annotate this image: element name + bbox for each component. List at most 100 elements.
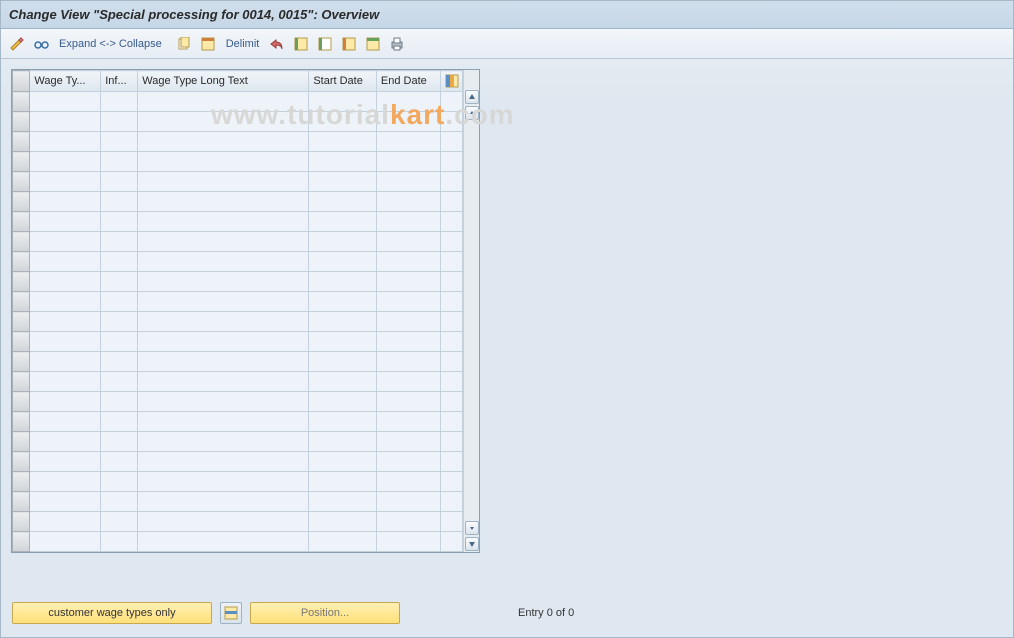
copy-icon[interactable] <box>174 34 194 54</box>
cell-start-date[interactable] <box>309 432 377 452</box>
table-row[interactable] <box>13 212 463 232</box>
table-row[interactable] <box>13 532 463 552</box>
row-selector[interactable] <box>13 472 30 492</box>
row-selector[interactable] <box>13 312 30 332</box>
col-end-date[interactable]: End Date <box>376 71 440 92</box>
cell-wage-type[interactable] <box>30 532 101 552</box>
cell-wage-type[interactable] <box>30 352 101 372</box>
table-row[interactable] <box>13 272 463 292</box>
cell-wage-type[interactable] <box>30 192 101 212</box>
cell-long-text[interactable] <box>138 232 309 252</box>
toggle-display-change-icon[interactable] <box>7 34 27 54</box>
cell-start-date[interactable] <box>309 112 377 132</box>
cell-long-text[interactable] <box>138 252 309 272</box>
cell-long-text[interactable] <box>138 212 309 232</box>
scroll-down-line-button[interactable] <box>465 521 479 535</box>
cell-wage-type[interactable] <box>30 452 101 472</box>
cell-long-text[interactable] <box>138 472 309 492</box>
cell-wage-type[interactable] <box>30 492 101 512</box>
cell-inf[interactable] <box>101 472 138 492</box>
cell-end-date[interactable] <box>376 492 440 512</box>
cell-inf[interactable] <box>101 292 138 312</box>
cell-start-date[interactable] <box>309 332 377 352</box>
cell-long-text[interactable] <box>138 512 309 532</box>
table-row[interactable] <box>13 152 463 172</box>
cell-end-date[interactable] <box>376 252 440 272</box>
print-icon[interactable] <box>387 34 407 54</box>
expand-collapse-button[interactable]: Expand <-> Collapse <box>55 38 166 50</box>
scroll-down-button[interactable] <box>465 537 479 551</box>
table-row[interactable] <box>13 92 463 112</box>
cell-inf[interactable] <box>101 272 138 292</box>
row-selector[interactable] <box>13 212 30 232</box>
row-selector[interactable] <box>13 512 30 532</box>
cell-end-date[interactable] <box>376 472 440 492</box>
cell-start-date[interactable] <box>309 152 377 172</box>
table-row[interactable] <box>13 472 463 492</box>
cell-end-date[interactable] <box>376 512 440 532</box>
configure-columns-button[interactable] <box>441 71 463 92</box>
cell-long-text[interactable] <box>138 92 309 112</box>
table-row[interactable] <box>13 372 463 392</box>
cell-end-date[interactable] <box>376 272 440 292</box>
data-table[interactable]: Wage Ty... Inf... Wage Type Long Text St… <box>12 70 463 552</box>
cell-end-date[interactable] <box>376 172 440 192</box>
cell-wage-type[interactable] <box>30 172 101 192</box>
cell-wage-type[interactable] <box>30 252 101 272</box>
table-row[interactable] <box>13 412 463 432</box>
select-all-rows-icon[interactable] <box>291 34 311 54</box>
cell-inf[interactable] <box>101 232 138 252</box>
cell-start-date[interactable] <box>309 492 377 512</box>
customer-wage-types-button[interactable]: customer wage types only <box>12 602 212 624</box>
cell-inf[interactable] <box>101 432 138 452</box>
col-start-date[interactable]: Start Date <box>309 71 377 92</box>
cell-inf[interactable] <box>101 452 138 472</box>
cell-inf[interactable] <box>101 412 138 432</box>
cell-start-date[interactable] <box>309 132 377 152</box>
cell-end-date[interactable] <box>376 372 440 392</box>
cell-long-text[interactable] <box>138 192 309 212</box>
cell-inf[interactable] <box>101 352 138 372</box>
cell-wage-type[interactable] <box>30 212 101 232</box>
vertical-scrollbar[interactable] <box>463 70 479 552</box>
row-selector[interactable] <box>13 452 30 472</box>
cell-start-date[interactable] <box>309 452 377 472</box>
cell-end-date[interactable] <box>376 212 440 232</box>
cell-start-date[interactable] <box>309 412 377 432</box>
cell-long-text[interactable] <box>138 372 309 392</box>
table-row[interactable] <box>13 192 463 212</box>
cell-inf[interactable] <box>101 192 138 212</box>
cell-end-date[interactable] <box>376 292 440 312</box>
cell-start-date[interactable] <box>309 372 377 392</box>
cell-inf[interactable] <box>101 132 138 152</box>
cell-start-date[interactable] <box>309 532 377 552</box>
position-icon-button[interactable] <box>220 602 242 624</box>
row-selector[interactable] <box>13 492 30 512</box>
cell-long-text[interactable] <box>138 432 309 452</box>
row-selector[interactable] <box>13 352 30 372</box>
scroll-up-button[interactable] <box>465 90 479 104</box>
cell-inf[interactable] <box>101 112 138 132</box>
cell-long-text[interactable] <box>138 352 309 372</box>
row-selector[interactable] <box>13 432 30 452</box>
row-selector[interactable] <box>13 232 30 252</box>
cell-wage-type[interactable] <box>30 272 101 292</box>
cell-long-text[interactable] <box>138 412 309 432</box>
cell-long-text[interactable] <box>138 312 309 332</box>
table-row[interactable] <box>13 252 463 272</box>
cell-wage-type[interactable] <box>30 332 101 352</box>
table-row[interactable] <box>13 432 463 452</box>
cell-start-date[interactable] <box>309 392 377 412</box>
cell-inf[interactable] <box>101 332 138 352</box>
cell-long-text[interactable] <box>138 272 309 292</box>
cell-end-date[interactable] <box>376 532 440 552</box>
row-selector[interactable] <box>13 132 30 152</box>
cell-inf[interactable] <box>101 512 138 532</box>
cell-wage-type[interactable] <box>30 312 101 332</box>
cell-start-date[interactable] <box>309 292 377 312</box>
cell-inf[interactable] <box>101 152 138 172</box>
cell-inf[interactable] <box>101 392 138 412</box>
row-selector[interactable] <box>13 372 30 392</box>
row-selector[interactable] <box>13 532 30 552</box>
table-row[interactable] <box>13 172 463 192</box>
